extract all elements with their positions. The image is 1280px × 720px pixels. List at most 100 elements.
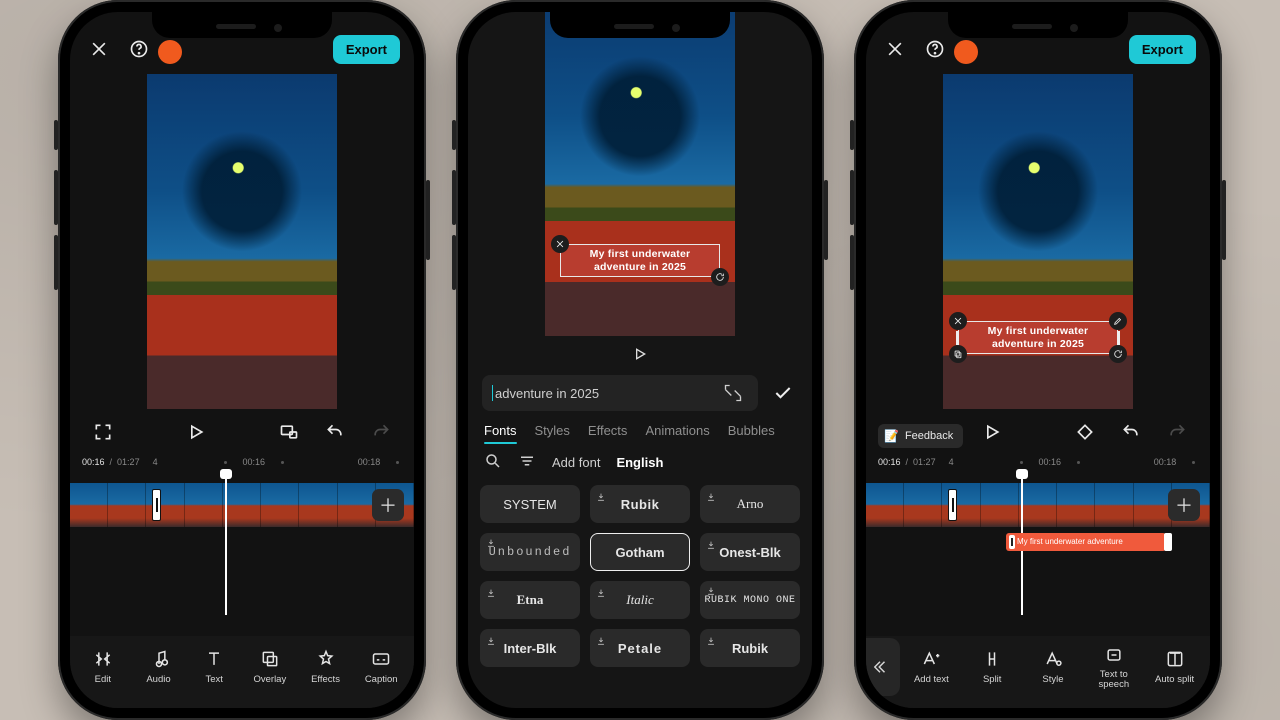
redo-icon[interactable]: [366, 417, 396, 447]
tool-text[interactable]: Text: [187, 649, 241, 685]
notch: [550, 12, 730, 38]
feedback-button[interactable]: 📝 Feedback: [878, 424, 963, 448]
tool-style[interactable]: Style: [1024, 649, 1083, 685]
font-etna[interactable]: Etna: [480, 581, 580, 619]
close-icon[interactable]: [84, 34, 114, 64]
clip-handle[interactable]: [152, 489, 161, 521]
download-icon: [706, 634, 716, 644]
download-icon: [706, 538, 716, 548]
overlay-left-handle[interactable]: [956, 331, 959, 345]
font-petale[interactable]: Petale: [590, 629, 690, 667]
video-preview[interactable]: [147, 74, 337, 409]
add-media-button[interactable]: ＋: [1168, 489, 1200, 521]
font-rubik-mono[interactable]: RUBIK MONO ONE: [700, 581, 800, 619]
font-system[interactable]: SYSTEM: [480, 485, 580, 523]
font-gotham[interactable]: Gotham: [590, 533, 690, 571]
font-inter[interactable]: Inter-Blk: [480, 629, 580, 667]
tool-audio[interactable]: Audio: [132, 649, 186, 685]
tab-bubbles[interactable]: Bubbles: [728, 423, 775, 438]
tool-overlay[interactable]: Overlay: [243, 649, 297, 685]
tool-split[interactable]: Split: [963, 649, 1022, 685]
download-icon: [596, 586, 606, 596]
add-media-button[interactable]: ＋: [372, 489, 404, 521]
timeline[interactable]: ＋: [70, 471, 414, 615]
bottom-toolbar: Add text Split Style Text to speech Auto…: [866, 636, 1210, 708]
help-icon[interactable]: [920, 34, 950, 64]
tab-styles[interactable]: Styles: [535, 423, 570, 438]
download-icon: [486, 634, 496, 644]
search-icon[interactable]: [484, 452, 502, 473]
font-grid: SYSTEM Rubik Arno Unbounded Gotham Onest…: [468, 479, 812, 677]
feedback-icon: 📝: [884, 429, 899, 443]
confirm-icon[interactable]: [768, 378, 798, 408]
keyframe-icon[interactable]: [1070, 417, 1100, 447]
tool-add-text[interactable]: Add text: [902, 649, 961, 685]
play-icon[interactable]: [181, 417, 211, 447]
download-icon: [596, 490, 606, 500]
time-scale: 00:16 / 01:27 4 00:16 00:18: [866, 453, 1210, 471]
text-input[interactable]: adventure in 2025: [482, 375, 758, 411]
download-icon: [706, 490, 716, 500]
export-button[interactable]: Export: [333, 35, 400, 64]
font-rubik-2[interactable]: Rubik: [700, 629, 800, 667]
text-overlay[interactable]: My first underwater adventure in 2025: [958, 321, 1118, 354]
tool-text-to-speech[interactable]: Text to speech: [1084, 645, 1143, 690]
play-icon[interactable]: [468, 338, 812, 369]
font-italic[interactable]: Italic: [590, 581, 690, 619]
font-language[interactable]: English: [616, 455, 663, 470]
timeline[interactable]: ＋ My first underwater adventure: [866, 471, 1210, 615]
record-indicator: [158, 40, 182, 64]
fullscreen-icon[interactable]: [88, 417, 118, 447]
tab-fonts[interactable]: Fonts: [484, 423, 517, 438]
tab-animations[interactable]: Animations: [645, 423, 709, 438]
play-icon[interactable]: [977, 417, 1007, 447]
overlay-rotate-handle[interactable]: [711, 268, 729, 286]
toolbar-back[interactable]: [866, 638, 900, 696]
overlay-edit-handle[interactable]: [1109, 312, 1127, 330]
export-button[interactable]: Export: [1129, 35, 1196, 64]
download-icon: [706, 586, 716, 596]
tool-edit[interactable]: Edit: [76, 649, 130, 685]
overlay-close-handle[interactable]: [551, 235, 569, 253]
overlay-copy-handle[interactable]: [949, 345, 967, 363]
text-overlay[interactable]: My first underwater adventure in 2025: [560, 244, 720, 277]
add-font-button[interactable]: Add font: [552, 455, 600, 470]
notch: [152, 12, 332, 38]
font-unbounded[interactable]: Unbounded: [480, 533, 580, 571]
text-clip-right-handle[interactable]: [1164, 533, 1172, 551]
download-icon: [486, 586, 496, 596]
video-preview[interactable]: My first underwater adventure in 2025: [943, 74, 1133, 409]
notch: [948, 12, 1128, 38]
tab-effects[interactable]: Effects: [588, 423, 628, 438]
tool-captions[interactable]: Caption: [354, 649, 408, 685]
help-icon[interactable]: [124, 34, 154, 64]
bottom-toolbar: Edit Audio Text Overlay Effects Caption: [70, 636, 414, 708]
text-tabs: Fonts Styles Effects Animations Bubbles: [468, 417, 812, 442]
tool-effects[interactable]: Effects: [299, 649, 353, 685]
video-track[interactable]: [70, 483, 414, 527]
preview-controls: [70, 411, 414, 453]
tool-auto-split[interactable]: Auto split: [1145, 649, 1204, 685]
undo-icon[interactable]: [1116, 417, 1146, 447]
pip-icon[interactable]: [274, 417, 304, 447]
clip-handle[interactable]: [948, 489, 957, 521]
download-icon: [486, 538, 496, 548]
video-track[interactable]: [866, 483, 1210, 527]
text-track-clip[interactable]: My first underwater adventure: [1006, 533, 1166, 551]
overlay-close-handle[interactable]: [949, 312, 967, 330]
undo-icon[interactable]: [320, 417, 350, 447]
time-scale: 00:16 / 01:27 4 00:16 00:18: [70, 453, 414, 471]
filter-icon[interactable]: [518, 452, 536, 473]
video-preview[interactable]: My first underwater adventure in 2025: [545, 12, 735, 336]
font-onest[interactable]: Onest-Blk: [700, 533, 800, 571]
overlay-rotate-handle[interactable]: [1109, 345, 1127, 363]
overlay-right-handle[interactable]: [1117, 331, 1120, 345]
font-arno[interactable]: Arno: [700, 485, 800, 523]
close-icon[interactable]: [880, 34, 910, 64]
font-rubik[interactable]: Rubik: [590, 485, 690, 523]
redo-icon[interactable]: [1162, 417, 1192, 447]
record-indicator: [954, 40, 978, 64]
expand-icon[interactable]: [718, 378, 748, 408]
playhead[interactable]: [225, 471, 227, 615]
download-icon: [596, 634, 606, 644]
